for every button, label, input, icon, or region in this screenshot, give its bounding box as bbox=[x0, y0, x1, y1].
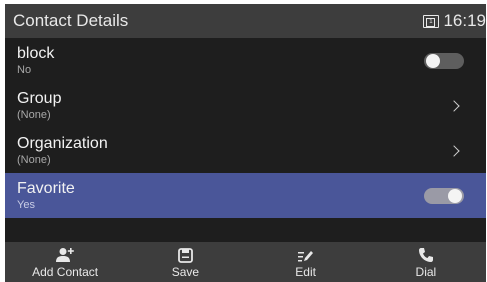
row-favorite[interactable]: Favorite Yes bbox=[5, 173, 486, 218]
chevron-right-icon[interactable] bbox=[448, 99, 460, 112]
contact-details-list: block No Group (None) Organization (None… bbox=[5, 38, 486, 218]
row-value: (None) bbox=[17, 108, 51, 121]
favorite-toggle[interactable] bbox=[424, 187, 464, 204]
line-icon: 1 bbox=[423, 14, 440, 28]
chevron-right-icon[interactable] bbox=[448, 144, 460, 157]
add-contact-button[interactable]: Add Contact bbox=[5, 242, 125, 282]
row-organization[interactable]: Organization (None) bbox=[5, 128, 486, 173]
row-block[interactable]: block No bbox=[5, 38, 486, 83]
softkey-label: Edit bbox=[295, 264, 316, 279]
row-value: (None) bbox=[17, 153, 51, 166]
add-contact-icon bbox=[55, 246, 75, 263]
status-indicators: 1 16:19 bbox=[423, 11, 486, 31]
row-label: Group bbox=[17, 89, 62, 107]
softkey-bar: Add Contact Save Edit Dial bbox=[5, 242, 486, 282]
edit-icon bbox=[297, 246, 314, 263]
softkey-label: Save bbox=[171, 264, 200, 279]
row-group[interactable]: Group (None) bbox=[5, 83, 486, 128]
toggle-knob bbox=[426, 53, 440, 68]
softkey-label: Add Contact bbox=[32, 264, 99, 279]
edit-button[interactable]: Edit bbox=[246, 242, 366, 282]
block-toggle[interactable] bbox=[424, 52, 464, 69]
row-label: Favorite bbox=[17, 179, 75, 197]
dial-button[interactable]: Dial bbox=[366, 242, 486, 282]
row-label: block bbox=[17, 44, 55, 62]
softkey-label: Dial bbox=[415, 264, 437, 279]
toggle-knob bbox=[448, 188, 462, 203]
save-icon bbox=[177, 246, 193, 263]
phone-screen: Contact Details 1 16:19 block No Group (… bbox=[5, 4, 486, 282]
phone-icon bbox=[418, 246, 434, 263]
row-value: Yes bbox=[17, 198, 35, 211]
page-title: Contact Details bbox=[13, 11, 129, 30]
row-value: No bbox=[17, 63, 32, 76]
save-button[interactable]: Save bbox=[125, 242, 245, 282]
row-label: Organization bbox=[17, 134, 108, 152]
line-number: 1 bbox=[426, 17, 436, 27]
status-bar: Contact Details 1 16:19 bbox=[5, 4, 486, 38]
clock: 16:19 bbox=[443, 11, 486, 30]
